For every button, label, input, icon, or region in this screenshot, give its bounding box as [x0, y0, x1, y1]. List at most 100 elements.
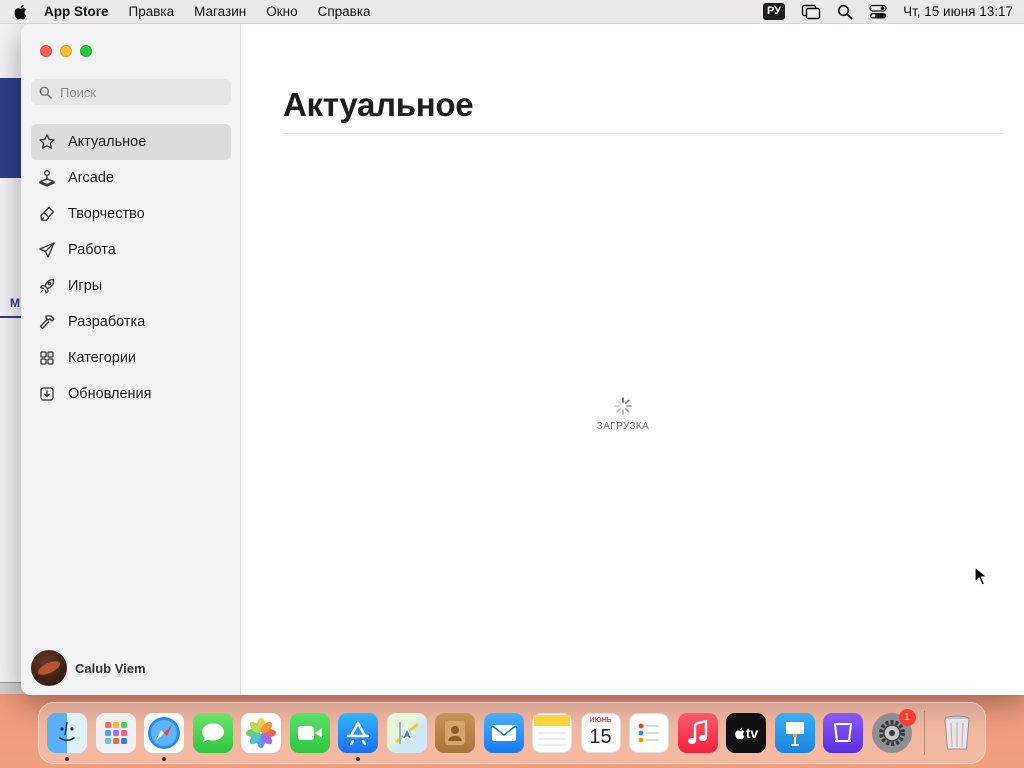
menu-help[interactable]: Справка	[308, 4, 381, 19]
tv-label: tv	[745, 725, 759, 741]
search-icon	[39, 86, 52, 99]
account-name: Calub Viem	[75, 660, 146, 676]
mail-icon	[491, 725, 516, 741]
running-indicator	[162, 757, 166, 761]
calendar-day: 15	[589, 726, 612, 748]
running-indicator	[65, 757, 69, 761]
music-note-icon	[687, 720, 707, 744]
dock-notes[interactable]	[532, 713, 572, 753]
maps-icon	[394, 722, 419, 744]
spotlight-search-icon	[837, 4, 853, 19]
joystick-icon	[37, 168, 57, 188]
menu-app-name[interactable]: App Store	[40, 4, 119, 19]
input-language-menu[interactable]: РУ	[755, 0, 793, 24]
dock-photos[interactable]	[241, 713, 281, 753]
dock-finder[interactable]	[47, 713, 87, 761]
photos-icon	[246, 718, 276, 748]
dock-keynote[interactable]	[774, 713, 815, 753]
account-button[interactable]: Calub Viem	[31, 650, 146, 686]
menu-window[interactable]: Окно	[256, 4, 307, 19]
mouse-cursor-icon	[974, 566, 988, 586]
dock-launchpad[interactable]	[95, 713, 136, 753]
dock-contacts[interactable]	[435, 713, 475, 753]
download-icon	[37, 384, 57, 404]
dock-apple-configurator[interactable]	[823, 713, 863, 753]
menu-store[interactable]: Магазин	[184, 4, 256, 19]
dock-system-settings[interactable]: 1	[871, 709, 916, 753]
calendar-month: ИЮНЬ	[589, 717, 612, 724]
sidebar-item-label: Обновления	[68, 386, 152, 402]
facetime-icon	[297, 726, 322, 740]
window-controls	[40, 45, 92, 57]
sidebar-item-label: Разработка	[68, 314, 146, 330]
control-center-menu[interactable]	[861, 0, 895, 24]
avatar	[31, 650, 67, 686]
menu-edit[interactable]: Правка	[119, 4, 185, 19]
notification-badge: 1	[898, 709, 916, 726]
finder-icon	[59, 721, 75, 742]
rocket-icon	[37, 276, 57, 296]
brush-icon	[37, 204, 57, 224]
dock-mail[interactable]	[483, 713, 524, 753]
messages-icon	[201, 723, 224, 742]
menu-bar: App Store Правка Магазин Окно Справка РУ	[0, 0, 1024, 24]
screen-mirroring-menu[interactable]	[793, 0, 829, 24]
sidebar-item-label: Arcade	[68, 170, 114, 186]
apple-logo-icon	[735, 727, 745, 739]
star-icon	[37, 132, 57, 152]
dock-messages[interactable]	[192, 713, 233, 753]
reminders-icon	[638, 723, 659, 743]
app-store-icon	[346, 721, 370, 746]
keynote-icon	[785, 722, 804, 746]
background-window-letter: М	[10, 296, 20, 310]
sidebar-item-work[interactable]: Работа	[31, 232, 231, 268]
page-title: Актуальное	[283, 86, 474, 123]
input-language-badge: РУ	[763, 3, 786, 20]
search-input[interactable]	[60, 84, 220, 100]
control-center-icon	[869, 4, 887, 18]
dock-app-store[interactable]	[338, 713, 378, 761]
dock-tv[interactable]: tv	[726, 713, 766, 753]
screen-mirroring-icon	[801, 4, 821, 19]
sidebar-item-updates[interactable]: Обновления	[31, 376, 231, 412]
dock-facetime[interactable]	[289, 713, 330, 753]
running-indicator	[356, 757, 360, 761]
sidebar: Актуальное Arcade Творчество Работа	[21, 24, 241, 695]
trash-icon	[944, 715, 970, 750]
menu-clock[interactable]: Чт, 15 июня 13:17	[895, 4, 1024, 19]
paper-plane-icon	[37, 240, 57, 260]
sidebar-item-arcade[interactable]: Arcade	[31, 160, 231, 196]
loading-spinner-icon	[614, 397, 632, 415]
search-field[interactable]	[31, 79, 231, 105]
dock-separator	[924, 711, 925, 755]
app-store-window: Актуальное Arcade Творчество Работа	[21, 24, 1024, 695]
launchpad-icon	[104, 722, 127, 744]
safari-icon	[148, 717, 180, 749]
sidebar-item-create[interactable]: Творчество	[31, 196, 231, 232]
sidebar-item-label: Игры	[68, 278, 103, 294]
sidebar-nav: Актуальное Arcade Творчество Работа Игры…	[31, 124, 231, 412]
status-area: РУ Чт, 15 июня 13:17	[755, 0, 1024, 24]
zoom-button[interactable]	[80, 45, 92, 57]
apple-icon	[14, 4, 27, 19]
apple-menu[interactable]	[0, 4, 40, 20]
spotlight-menu[interactable]	[829, 0, 861, 24]
dock-music[interactable]	[677, 713, 718, 753]
sidebar-item-develop[interactable]: Разработка	[31, 304, 231, 340]
main-content: Актуальное ЗАГРУЗКА	[241, 24, 1024, 695]
close-button[interactable]	[40, 45, 52, 57]
sidebar-item-games[interactable]: Игры	[31, 268, 231, 304]
dock-reminders[interactable]	[629, 713, 669, 753]
dock-trash[interactable]	[937, 713, 977, 753]
grid-icon	[37, 348, 57, 368]
dock-safari[interactable]	[144, 713, 184, 761]
minimize-button[interactable]	[60, 45, 72, 57]
sidebar-item-label: Работа	[68, 242, 116, 258]
dock-calendar[interactable]: ИЮНЬ 15	[580, 713, 621, 753]
contacts-icon	[445, 721, 465, 745]
hammer-icon	[37, 312, 57, 332]
sidebar-item-discover[interactable]: Актуальное	[31, 124, 231, 160]
dock-maps[interactable]	[386, 713, 427, 753]
sidebar-item-categories[interactable]: Категории	[31, 340, 231, 376]
loading-label: ЗАГРУЗКА	[596, 421, 650, 432]
